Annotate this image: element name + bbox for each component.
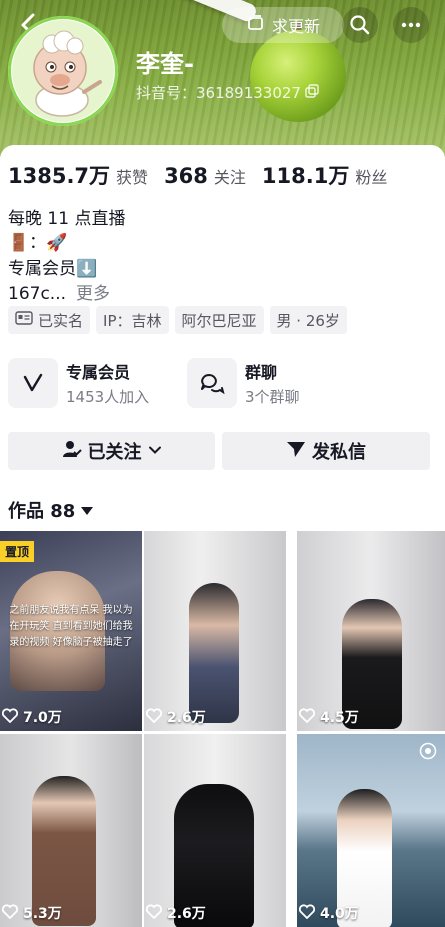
likes-count: 1385.7万 [8, 164, 111, 188]
bio-truncated-text: 167c... [8, 284, 67, 304]
membership-v-icon [8, 358, 58, 408]
more-dots-icon[interactable] [393, 7, 429, 43]
apple-image [250, 30, 346, 122]
bio-line-2: 🚪：🚀 [8, 233, 68, 253]
copy-icon[interactable] [305, 83, 319, 102]
video-likes-count: 2.6万 [167, 906, 206, 922]
heart-icon [298, 903, 316, 923]
video-likes-count: 7.0万 [23, 710, 62, 726]
chevron-down-icon [148, 441, 162, 462]
tag-verified-label: 已实名 [38, 311, 84, 330]
search-icon[interactable] [342, 7, 378, 43]
video-tile[interactable]: 5.3万 [0, 734, 142, 927]
followers-count[interactable]: 118.1万 [262, 160, 349, 190]
exclusive-membership-entry[interactable]: 专属会员 1453人加入 [8, 358, 149, 408]
douyin-id-text: 抖音号：36189133027 [136, 84, 301, 102]
heart-icon [145, 903, 163, 923]
group-chat-entry[interactable]: 群聊 3个群聊 [187, 358, 300, 408]
followers-label[interactable]: 粉丝 [355, 164, 387, 188]
heart-icon [298, 707, 316, 727]
video-likes: 2.6万 [144, 707, 206, 727]
video-tile[interactable]: 4.0万 [297, 734, 445, 927]
video-likes: 4.5万 [297, 707, 359, 727]
tag-ip: IP：吉林 [96, 306, 169, 334]
pinned-badge: 置顶 [0, 541, 35, 562]
update-request-icon [246, 13, 266, 37]
avatar[interactable] [8, 16, 118, 126]
send-message-label: 发私信 [312, 442, 366, 463]
bio-more-link[interactable]: 更多 [76, 284, 110, 304]
video-likes-count: 5.3万 [23, 906, 62, 922]
likes-label: 获赞 [116, 168, 149, 187]
video-likes-count: 2.6万 [167, 710, 206, 726]
douyin-id[interactable]: 抖音号：36189133027 [136, 82, 319, 103]
membership-subtitle: 1453人加入 [66, 388, 150, 406]
tag-location: 阿尔巴尼亚 [174, 306, 264, 334]
works-label: 作品 88 [8, 501, 76, 522]
bio-line-4: 167c... 更多 [8, 279, 110, 304]
tag-gender-age: 男 · 26岁 [269, 306, 347, 334]
video-tile[interactable]: 2.6万 [144, 531, 286, 731]
video-likes: 7.0万 [0, 707, 62, 727]
followed-label: 已关注 [87, 442, 142, 463]
live-indicator-icon [419, 742, 437, 764]
stats-row: 1385.7万 获赞 368 关注 118.1万 粉丝 [8, 160, 403, 190]
video-overlay-caption: 之前朋友说我有点呆 我以为在开玩笑 直到看到她们给我录的视频 好像脑子被抽走了 [9, 605, 133, 648]
heart-icon [1, 707, 19, 727]
works-tab[interactable]: 作品 88 [8, 497, 94, 523]
bio-line-1: 每晚 11 点直播 [8, 209, 126, 229]
following-count[interactable]: 368 [164, 164, 208, 188]
heart-icon [145, 707, 163, 727]
video-likes: 4.0万 [297, 903, 359, 923]
followed-button[interactable]: 已关注 [8, 432, 215, 470]
video-likes: 5.3万 [0, 903, 62, 923]
send-arrow-icon [286, 439, 306, 464]
tag-verified[interactable]: 已实名 [8, 306, 91, 334]
video-likes: 2.6万 [144, 903, 206, 923]
send-message-button[interactable]: 发私信 [222, 432, 430, 470]
group-chat-icon [187, 358, 237, 408]
profile-name: 李奎- [136, 50, 194, 78]
avatar-cartoon [12, 20, 114, 122]
group-chat-subtitle: 3个群聊 [245, 388, 300, 406]
following-label[interactable]: 关注 [214, 164, 246, 188]
group-chat-title: 群聊 [245, 363, 278, 382]
video-tile[interactable]: 2.6万 [144, 734, 286, 927]
video-thumbnail-figure [189, 583, 239, 723]
id-card-icon [15, 311, 33, 329]
video-tile[interactable]: 4.5万 [297, 531, 445, 731]
membership-title: 专属会员 [66, 363, 131, 382]
video-likes-count: 4.5万 [320, 710, 359, 726]
heart-icon [1, 903, 19, 923]
bio-line-3: 专属会员⬇️ [8, 259, 98, 279]
caret-down-icon [81, 500, 94, 521]
video-tile[interactable]: 置顶 之前朋友说我有点呆 我以为在开玩笑 直到看到她们给我录的视频 好像脑子被抽… [0, 531, 142, 731]
video-likes-count: 4.0万 [320, 906, 359, 922]
user-check-icon [62, 439, 82, 464]
request-update-button[interactable]: 求更新 [222, 7, 344, 43]
tags-row: 已实名 IP：吉林 阿尔巴尼亚 男 · 26岁 [8, 306, 347, 334]
update-request-label: 求更新 [271, 17, 320, 36]
